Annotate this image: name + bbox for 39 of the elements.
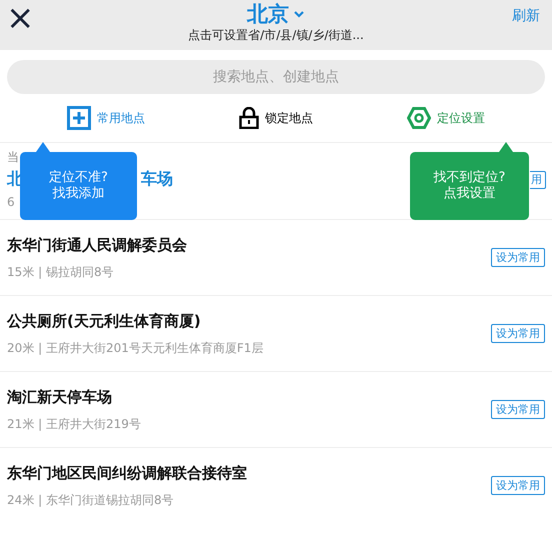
place-detail: 24米 | 东华门街道锡拉胡同8号 — [7, 492, 175, 509]
current-distance: 6 — [7, 194, 15, 211]
set-favorite-button[interactable]: 用 — [530, 171, 546, 189]
quick-action-button[interactable]: 锁定地点 — [239, 107, 313, 129]
place-detail: 20米 | 王府井大街201号天元利生体育商厦F1层 — [7, 340, 264, 357]
set-favorite-button[interactable]: 设为常用 — [491, 400, 545, 419]
current-label: 当 — [7, 149, 19, 165]
tooltip-text: 找不到定位? — [434, 170, 506, 186]
plus-square-icon — [67, 106, 91, 130]
place-name: 东华门地区民间纠纷调解联合接待室 — [7, 463, 247, 484]
close-button[interactable]: × — [6, 0, 34, 36]
place-row[interactable]: 东华门地区民间纠纷调解联合接待室 24米 | 东华门街道锡拉胡同8号 设为常用 — [0, 447, 552, 523]
place-row[interactable]: 淘汇新天停车场 21米 | 王府井大街219号 设为常用 — [0, 371, 552, 447]
tooltip-text: 定位不准? — [49, 170, 108, 186]
tooltip-pointer — [36, 142, 50, 152]
place-row[interactable]: 公共厕所(天元利生体育商厦) 20米 | 王府井大街201号天元利生体育商厦F1层 设为常用 — [0, 295, 552, 371]
place-detail: 15米 | 锡拉胡同8号 — [7, 264, 115, 281]
set-favorite-button[interactable]: 设为常用 — [491, 476, 545, 495]
current-place-title: 车场 — [141, 168, 173, 190]
hexagon-icon — [407, 107, 431, 129]
tooltip-bubble[interactable]: 定位不准? 找我添加 — [20, 152, 137, 220]
region-hint: 点击可设置省/市/县/镇/乡/街道... — [188, 27, 364, 43]
city-title[interactable]: 北京 — [247, 1, 289, 27]
tooltip-text: 点我设置 — [444, 186, 496, 202]
place-detail: 21米 | 王府井大街219号 — [7, 416, 141, 433]
tooltip-bubble[interactable]: 找不到定位? 点我设置 — [410, 152, 529, 220]
refresh-button[interactable]: 刷新 — [512, 6, 540, 27]
set-favorite-button[interactable]: 设为常用 — [491, 248, 545, 267]
set-favorite-button[interactable]: 设为常用 — [491, 324, 545, 343]
place-name: 公共厕所(天元利生体育商厦) — [7, 311, 202, 332]
quick-action-button[interactable]: 定位设置 — [407, 107, 485, 129]
lock-icon — [239, 107, 259, 129]
place-name: 东华门街通人民调解委员会 — [7, 235, 187, 256]
chevron-down-icon[interactable] — [293, 10, 305, 18]
tooltip-pointer — [499, 142, 513, 152]
search-field[interactable]: 搜索地点、创建地点 — [7, 60, 545, 94]
tooltip-text: 找我添加 — [52, 186, 104, 202]
place-name: 淘汇新天停车场 — [7, 387, 113, 408]
quick-action-button[interactable]: 常用地点 — [67, 106, 145, 130]
